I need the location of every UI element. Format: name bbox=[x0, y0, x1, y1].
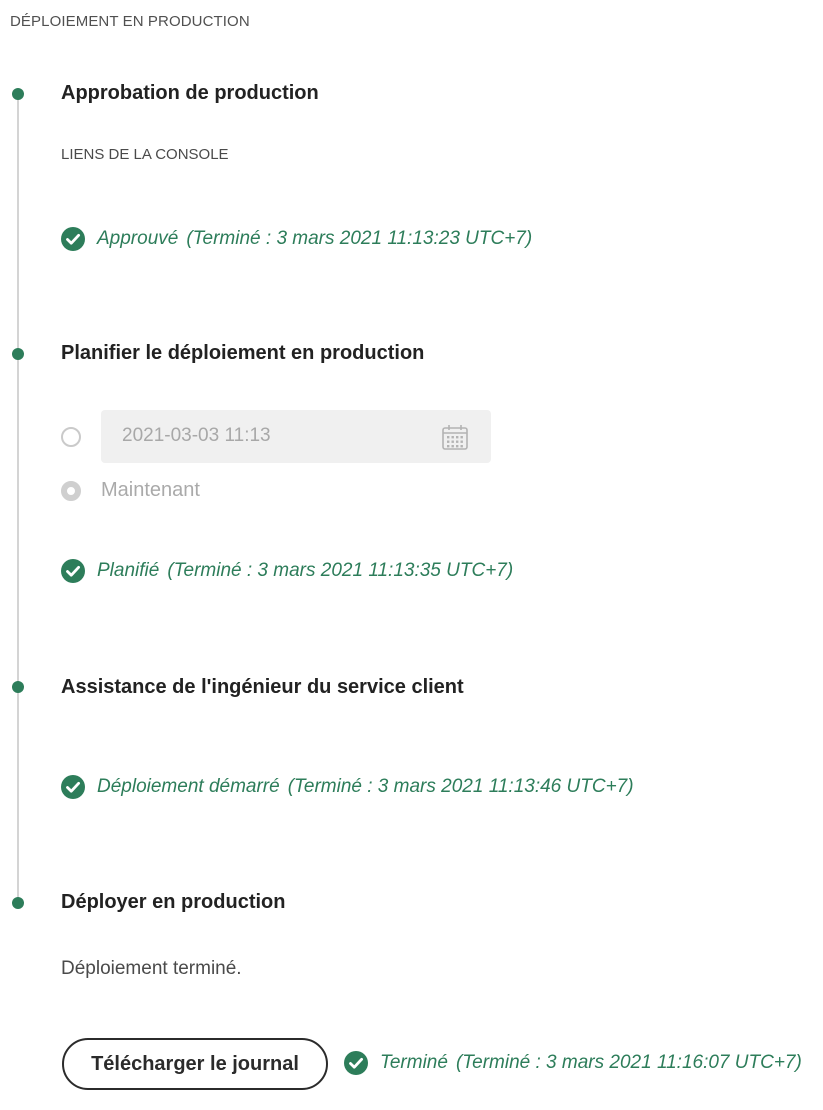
timeline-dot bbox=[12, 88, 24, 100]
status-deployment-started: Déploiement démarré (Terminé : 3 mars 202… bbox=[61, 774, 634, 800]
calendar-icon[interactable] bbox=[441, 423, 469, 451]
status-detail: (Terminé : 3 mars 2021 11:13:35 UTC+7) bbox=[167, 560, 514, 581]
timeline-connector bbox=[17, 358, 19, 682]
timeline-dot bbox=[12, 348, 24, 360]
status-label: Planifié bbox=[97, 560, 160, 581]
step-title: Assistance de l'ingénieur du service cli… bbox=[61, 676, 464, 698]
status-text: Déploiement démarré (Terminé : 3 mars 202… bbox=[97, 776, 634, 798]
status-approved: Approuvé (Terminé : 3 mars 2021 11:13:23 … bbox=[61, 226, 532, 252]
status-detail: (Terminé : 3 mars 2021 11:16:07 UTC+7) bbox=[455, 1052, 802, 1073]
status-detail: (Terminé : 3 mars 2021 11:13:46 UTC+7) bbox=[287, 776, 634, 797]
date-time-value: 2021-03-03 11:13 bbox=[122, 425, 271, 446]
radio-now-label: Maintenant bbox=[101, 479, 200, 501]
timeline-dot bbox=[12, 897, 24, 909]
status-label: Déploiement démarré bbox=[97, 776, 280, 797]
section-title: DÉPLOIEMENT EN PRODUCTION bbox=[10, 13, 250, 30]
deployment-message: Déploiement terminé. bbox=[61, 958, 242, 979]
status-scheduled: Planifié (Terminé : 3 mars 2021 11:13:35 … bbox=[61, 558, 513, 584]
checkmark-circle-icon bbox=[61, 775, 85, 799]
timeline-connector bbox=[17, 692, 19, 898]
status-completed: Terminé (Terminé : 3 mars 2021 11:16:07 U… bbox=[344, 1050, 802, 1076]
console-links-label: LIENS DE LA CONSOLE bbox=[61, 146, 229, 163]
checkmark-circle-icon bbox=[61, 227, 85, 251]
step-title: Déployer en production bbox=[61, 891, 286, 913]
date-time-input[interactable]: 2021-03-03 11:13 bbox=[101, 410, 491, 463]
status-text: Approuvé (Terminé : 3 mars 2021 11:13:23 … bbox=[97, 228, 532, 250]
radio-schedule-date[interactable] bbox=[61, 427, 81, 447]
status-text: Planifié (Terminé : 3 mars 2021 11:13:35 … bbox=[97, 560, 513, 582]
status-text: Terminé (Terminé : 3 mars 2021 11:16:07 U… bbox=[380, 1052, 802, 1074]
radio-now[interactable] bbox=[61, 481, 81, 501]
status-detail: (Terminé : 3 mars 2021 11:13:23 UTC+7) bbox=[186, 228, 533, 249]
timeline-dot bbox=[12, 681, 24, 693]
download-log-button[interactable]: Télécharger le journal bbox=[62, 1038, 328, 1090]
checkmark-circle-icon bbox=[61, 559, 85, 583]
status-label: Terminé bbox=[380, 1052, 448, 1073]
timeline-connector bbox=[17, 98, 19, 348]
step-title: Planifier le déploiement en production bbox=[61, 342, 425, 364]
step-title: Approbation de production bbox=[61, 82, 319, 104]
checkmark-circle-icon bbox=[344, 1051, 368, 1075]
status-label: Approuvé bbox=[97, 228, 179, 249]
